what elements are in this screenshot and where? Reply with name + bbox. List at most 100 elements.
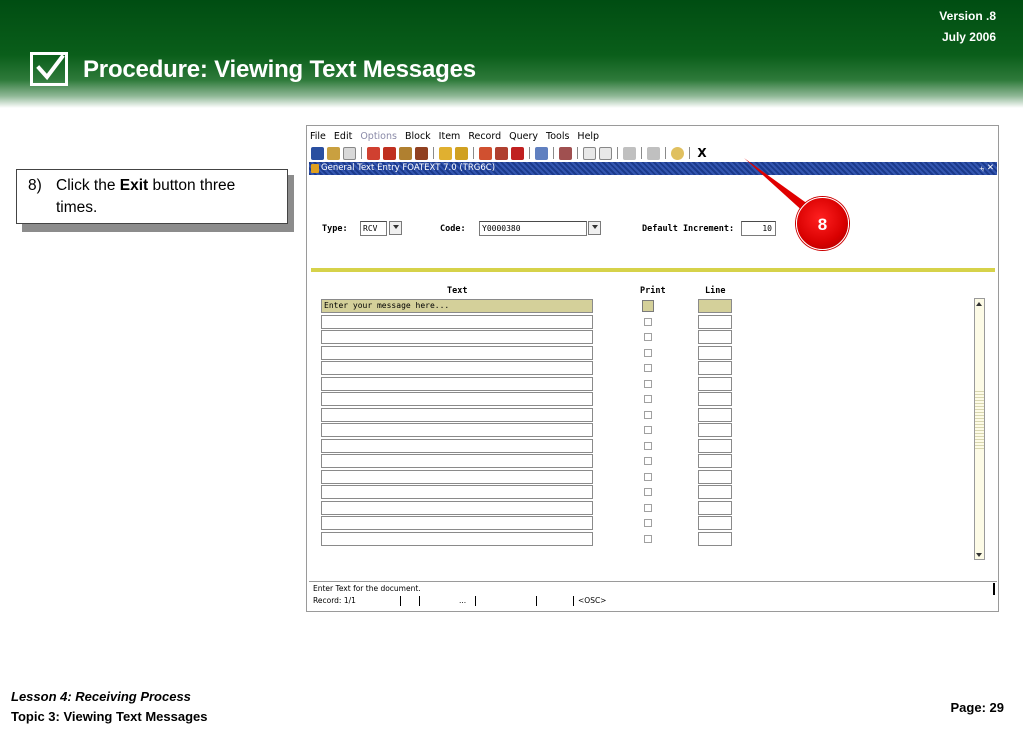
print-checkbox[interactable]: [644, 534, 652, 543]
menu-record[interactable]: Record: [467, 131, 502, 142]
text-cell[interactable]: [321, 454, 593, 468]
text-cell[interactable]: [321, 376, 593, 391]
text-cell[interactable]: [321, 392, 593, 406]
topic-title: Topic 3: Viewing Text Messages: [11, 709, 208, 724]
increment-field[interactable]: 10: [741, 221, 776, 236]
line-cell[interactable]: [698, 531, 732, 546]
line-column-header: Line: [705, 286, 726, 296]
line-cell[interactable]: [698, 314, 732, 329]
line-cell[interactable]: [698, 299, 732, 313]
line-cell[interactable]: [698, 407, 732, 422]
line-cell[interactable]: [698, 438, 732, 453]
menu-tools[interactable]: Tools: [545, 131, 570, 142]
scroll-up-icon[interactable]: [975, 299, 984, 308]
text-cell[interactable]: [321, 500, 593, 515]
page-number: Page: 29: [950, 700, 1004, 715]
key-block: Type: RCV Code: Y0000380 Default Increme…: [309, 176, 997, 270]
vertical-scrollbar[interactable]: [974, 298, 985, 560]
mode-indicator: <OSC>: [578, 596, 607, 605]
code-dropdown-button[interactable]: [588, 221, 601, 235]
status-divider: [419, 596, 420, 606]
menu-block[interactable]: Block: [404, 131, 432, 142]
text-cell[interactable]: [321, 407, 593, 422]
print-checkbox[interactable]: [644, 395, 652, 403]
text-cell[interactable]: [321, 438, 593, 453]
insert-record-icon[interactable]: [367, 146, 380, 160]
line-cell[interactable]: [698, 454, 732, 468]
menu-edit[interactable]: Edit: [333, 131, 353, 142]
execute-query-icon[interactable]: [455, 146, 468, 160]
menu-help[interactable]: Help: [576, 131, 600, 142]
help-icon[interactable]: [671, 146, 684, 160]
text-cell[interactable]: [321, 330, 593, 344]
previous-record-icon[interactable]: [399, 146, 412, 160]
print-checkbox[interactable]: [644, 333, 652, 341]
scroll-thumb[interactable]: [975, 391, 984, 451]
select-icon[interactable]: [343, 146, 356, 160]
window-controls[interactable]: ⨧ ✕: [979, 162, 994, 175]
print-checkbox[interactable]: [644, 410, 652, 419]
line-cell[interactable]: [698, 361, 732, 375]
attachment-icon[interactable]: [583, 146, 596, 160]
options-icon[interactable]: [535, 146, 548, 160]
print-checkbox[interactable]: [644, 472, 652, 481]
next-block-icon[interactable]: [495, 146, 508, 160]
menu-file[interactable]: File: [309, 131, 327, 142]
print-checkbox[interactable]: [644, 379, 652, 388]
print-icon[interactable]: [559, 146, 572, 160]
text-cell[interactable]: [321, 345, 593, 360]
line-cell[interactable]: [698, 423, 732, 437]
document-icon[interactable]: [599, 146, 612, 160]
line-cell[interactable]: [698, 330, 732, 344]
save-icon[interactable]: [311, 146, 324, 160]
print-checkbox[interactable]: [644, 441, 652, 450]
print-checkbox[interactable]: [642, 300, 654, 312]
text-cell[interactable]: [321, 531, 593, 546]
status-divider: [536, 596, 537, 606]
toolbar-separator: [529, 147, 530, 159]
print-checkbox[interactable]: [644, 348, 652, 357]
print-checkbox[interactable]: [644, 503, 652, 512]
previous-block-icon[interactable]: [479, 146, 492, 160]
status-fields: Record: 1/1 ... <OSC>: [313, 596, 993, 607]
type-dropdown-button[interactable]: [389, 221, 402, 235]
form-title: General Text Entry FOATEXT 7.0 (TRG6C): [321, 163, 496, 173]
clear-icon[interactable]: [511, 146, 524, 160]
print-checkbox[interactable]: [644, 364, 652, 372]
print-checkbox[interactable]: [644, 457, 652, 465]
type-field[interactable]: RCV: [360, 221, 387, 236]
print-checkbox[interactable]: [644, 488, 652, 496]
menu-item[interactable]: Item: [438, 131, 462, 142]
text-cell[interactable]: [321, 314, 593, 329]
menu-query[interactable]: Query: [508, 131, 539, 142]
text-cell[interactable]: [321, 469, 593, 484]
line-cell[interactable]: [698, 345, 732, 360]
code-field[interactable]: Y0000380: [479, 221, 587, 236]
line-cell[interactable]: [698, 516, 732, 530]
toolbar-separator: [665, 147, 666, 159]
remove-record-icon[interactable]: [383, 146, 396, 160]
print-checkbox[interactable]: [644, 519, 652, 527]
line-cell[interactable]: [698, 485, 732, 499]
menu-options[interactable]: Options: [359, 131, 398, 142]
line-cell[interactable]: [698, 500, 732, 515]
text-cell[interactable]: [321, 361, 593, 375]
line-cell[interactable]: [698, 392, 732, 406]
text-cell[interactable]: [321, 485, 593, 499]
text-cell[interactable]: [321, 423, 593, 437]
line-cell[interactable]: [698, 376, 732, 391]
print-checkbox[interactable]: [644, 426, 652, 434]
line-cell[interactable]: [698, 469, 732, 484]
exit-button[interactable]: X: [695, 146, 709, 160]
next-record-icon[interactable]: [415, 146, 428, 160]
version-info: Version .8 July 2006: [939, 6, 996, 48]
text-column-header: Text: [447, 286, 468, 296]
text-cell[interactable]: [321, 516, 593, 530]
enter-query-icon[interactable]: [439, 146, 452, 160]
scroll-down-icon[interactable]: [975, 550, 984, 559]
status-divider: [573, 596, 574, 606]
toolbar-separator: [617, 147, 618, 159]
rollback-icon[interactable]: [327, 146, 340, 160]
print-checkbox[interactable]: [644, 317, 652, 326]
text-cell[interactable]: Enter your message here...: [321, 299, 593, 313]
